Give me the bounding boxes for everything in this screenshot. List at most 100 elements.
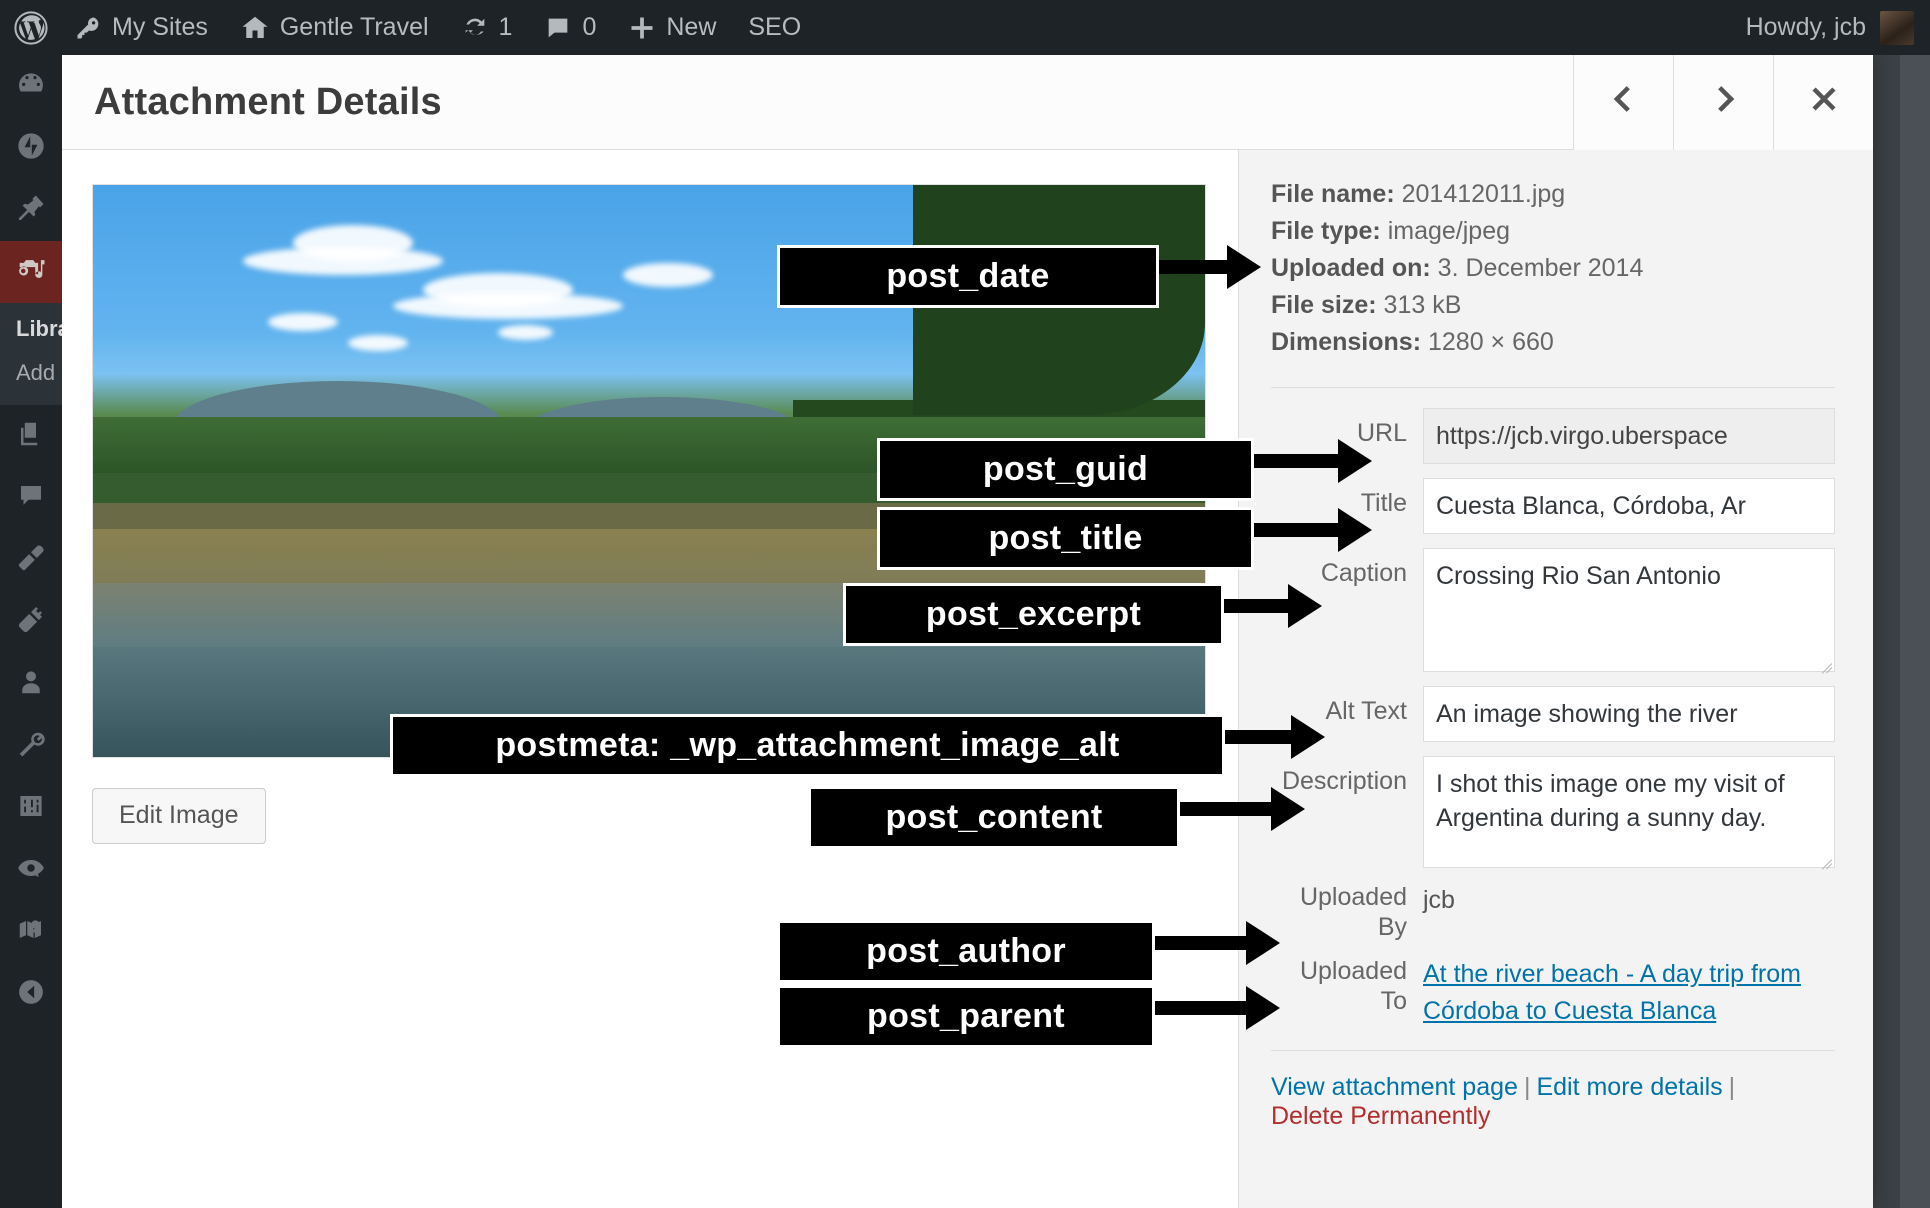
sidebar-item-collapse-menu[interactable]	[0, 963, 62, 1025]
key-icon	[74, 14, 102, 42]
sidebar-item-tools[interactable]	[0, 715, 62, 777]
meta-file-type-value: image/jpeg	[1387, 217, 1511, 245]
sidebar-item-comments[interactable]	[0, 467, 62, 529]
field-alt-text-label: Alt Text	[1325, 697, 1407, 725]
caption-textarea[interactable]: Crossing Rio San Antonio	[1423, 548, 1835, 672]
title-input[interactable]: Cuesta Blanca, Córdoba, Ar	[1423, 478, 1835, 534]
uploaded-to-label: Uploaded To	[1299, 957, 1407, 1015]
meta-file-type: File type: image/jpeg	[1271, 213, 1835, 250]
sidebar-submenu-media: Library Add New	[0, 303, 62, 405]
previous-attachment-button[interactable]	[1573, 54, 1673, 150]
field-url-label: URL	[1356, 419, 1407, 447]
action-separator: |	[1523, 1073, 1531, 1101]
map-icon	[16, 915, 46, 950]
modal-header-buttons	[1573, 54, 1873, 150]
admin-bar-label-seo: SEO	[748, 13, 802, 41]
sidebar-item-pages[interactable]	[0, 405, 62, 467]
url-input[interactable]: https://jcb.virgo.uberspace	[1423, 408, 1835, 464]
meta-file-name: File name: 201412011.jpg	[1271, 176, 1835, 213]
sidebar-item-appearance[interactable]	[0, 529, 62, 591]
admin-bar-label-new: New	[666, 13, 717, 41]
jetpack-icon	[15, 130, 47, 167]
page-title: Attachment Details	[94, 80, 442, 123]
meta-dimensions: Dimensions: 1280 × 660	[1271, 324, 1835, 361]
admin-bar-label-updates-count: 1	[498, 13, 513, 41]
admin-bar-item-comments[interactable]: 0	[528, 0, 612, 55]
admin-bar-account[interactable]: Howdy, jcb	[1745, 10, 1930, 45]
meta-file-name-label: File name:	[1271, 180, 1395, 208]
admin-bar-item-seo[interactable]: SEO	[732, 0, 817, 55]
meta-dimensions-value: 1280 × 660	[1427, 328, 1554, 356]
appearance-icon	[15, 542, 47, 579]
avatar	[1880, 10, 1914, 45]
row-uploaded-by: Uploaded By jcb	[1271, 882, 1835, 942]
modal-header: Attachment Details	[58, 54, 1873, 150]
admin-bar-item-site-name[interactable]: Gentle Travel	[224, 0, 445, 55]
sidebar-subitem-add-new[interactable]: Add New	[16, 351, 62, 395]
wordpress-logo-button[interactable]	[0, 0, 58, 55]
comments-icon	[16, 481, 46, 516]
admin-bar-item-new[interactable]: New	[612, 0, 732, 55]
admin-bar: My Sites Gentle Travel 1 0 New SEO Howdy…	[0, 0, 1930, 55]
field-title: Title Cuesta Blanca, Córdoba, Ar	[1271, 478, 1835, 534]
sidebar-item-plugins[interactable]	[0, 591, 62, 653]
chevron-left-icon	[1607, 82, 1641, 123]
sidebar-item-dashboard[interactable]	[0, 55, 62, 117]
sidebar-item-media[interactable]	[0, 241, 62, 303]
refresh-icon	[461, 14, 489, 42]
media-preview-pane: Edit Image	[58, 150, 1238, 1208]
sidebar-item-seo[interactable]	[0, 839, 62, 901]
field-url: URL https://jcb.virgo.uberspace	[1271, 408, 1835, 464]
sidebar-item-settings[interactable]	[0, 777, 62, 839]
next-attachment-button[interactable]	[1673, 54, 1773, 150]
meta-file-name-value: 201412011.jpg	[1401, 180, 1566, 208]
meta-uploaded-on: Uploaded on: 3. December 2014	[1271, 250, 1835, 287]
edit-more-details-link[interactable]: Edit more details	[1536, 1073, 1722, 1101]
sidebar-item-jetpack[interactable]	[0, 117, 62, 179]
backdrop-edge	[1900, 55, 1930, 1208]
divider-actions	[1271, 1050, 1835, 1051]
meta-uploaded-on-value: 3. December 2014	[1437, 254, 1644, 282]
meta-uploaded-on-label: Uploaded on:	[1271, 254, 1431, 282]
edit-image-button[interactable]: Edit Image	[92, 788, 266, 844]
close-modal-button[interactable]	[1773, 54, 1873, 150]
meta-file-size-label: File size:	[1271, 291, 1377, 319]
field-caption: Caption Crossing Rio San Antonio	[1271, 548, 1835, 672]
media-icon	[14, 253, 48, 292]
admin-bar-label-site-name: Gentle Travel	[279, 13, 429, 41]
tools-icon	[16, 729, 46, 764]
meta-file-size-value: 313 kB	[1383, 291, 1462, 319]
delete-permanently-link[interactable]: Delete Permanently	[1271, 1102, 1491, 1130]
howdy-label: Howdy, jcb	[1745, 13, 1866, 41]
uploaded-by-value: jcb	[1423, 886, 1455, 914]
view-attachment-page-link[interactable]: View attachment page	[1271, 1073, 1518, 1101]
meta-file-size: File size: 313 kB	[1271, 287, 1835, 324]
uploaded-to-link[interactable]: At the river beach - A day trip from Cór…	[1423, 960, 1801, 1025]
attachment-actions: View attachment page | Edit more details | …	[1271, 1073, 1835, 1131]
admin-bar-item-my-sites[interactable]: My Sites	[58, 0, 224, 55]
uploaded-by-label: Uploaded By	[1299, 883, 1407, 941]
attachment-image	[92, 184, 1206, 758]
plus-icon	[628, 14, 656, 42]
meta-file-type-label: File type:	[1271, 217, 1381, 245]
sidebar-item-maps[interactable]	[0, 901, 62, 963]
sidebar-subitem-library[interactable]: Library	[16, 307, 62, 351]
users-icon	[16, 667, 46, 702]
home-icon	[240, 13, 270, 43]
admin-bar-item-updates[interactable]: 1	[445, 0, 529, 55]
meta-dimensions-label: Dimensions:	[1271, 328, 1422, 356]
divider	[1271, 387, 1835, 388]
comment-icon	[544, 14, 572, 42]
description-textarea[interactable]: I shot this image one my visit of Argent…	[1423, 756, 1835, 868]
close-icon	[1807, 82, 1841, 123]
row-uploaded-to: Uploaded To At the river beach - A day t…	[1271, 956, 1835, 1030]
modal-body: Edit Image File name: 201412011.jpg File…	[58, 150, 1873, 1208]
field-alt-text: Alt Text An image showing the river	[1271, 686, 1835, 742]
pin-icon	[15, 192, 47, 229]
sidebar-item-users[interactable]	[0, 653, 62, 715]
admin-sidebar: Library Add New	[0, 55, 62, 1208]
sidebar-item-posts[interactable]	[0, 179, 62, 241]
dashboard-icon	[15, 68, 47, 105]
attachment-details-modal: Attachment Details Edit Image File name:…	[58, 54, 1873, 1208]
alt-text-input[interactable]: An image showing the river	[1423, 686, 1835, 742]
